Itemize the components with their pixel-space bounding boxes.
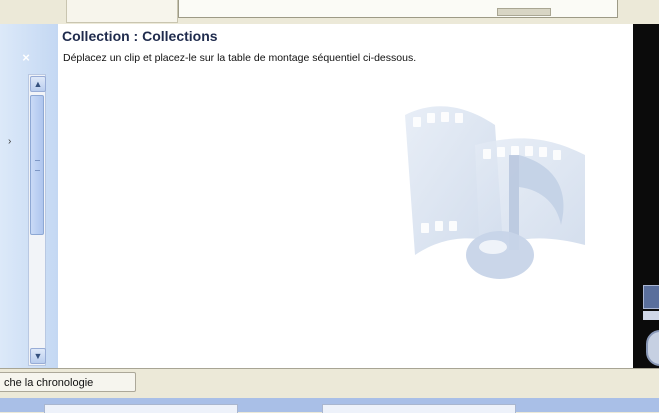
vertical-scrollbar[interactable]: ▲ ▼ — [28, 74, 46, 366]
close-icon[interactable]: × — [18, 50, 34, 66]
panel-description: Déplacez un clip et placez-le sur la tab… — [63, 52, 417, 64]
chevron-right-icon: › — [8, 136, 12, 147]
scrollbar-thumb[interactable] — [30, 95, 44, 235]
show-timeline-button[interactable]: che la chronologie — [0, 372, 136, 392]
chevron-down-icon: ▼ — [33, 351, 43, 361]
scrollbar-grip — [35, 160, 40, 171]
scroll-up-button[interactable]: ▲ — [30, 76, 46, 92]
preview-seek-bar[interactable] — [643, 311, 659, 320]
film-music-note-icon — [405, 106, 585, 279]
top-field[interactable] — [178, 0, 618, 18]
top-field-slider[interactable] — [497, 8, 551, 16]
chevron-up-icon: ▲ — [33, 79, 43, 89]
top-tab[interactable] — [66, 0, 178, 23]
preview-control-button[interactable] — [643, 285, 659, 309]
scroll-down-button[interactable]: ▼ — [30, 348, 46, 364]
page-title: Collection : Collections — [62, 28, 218, 44]
